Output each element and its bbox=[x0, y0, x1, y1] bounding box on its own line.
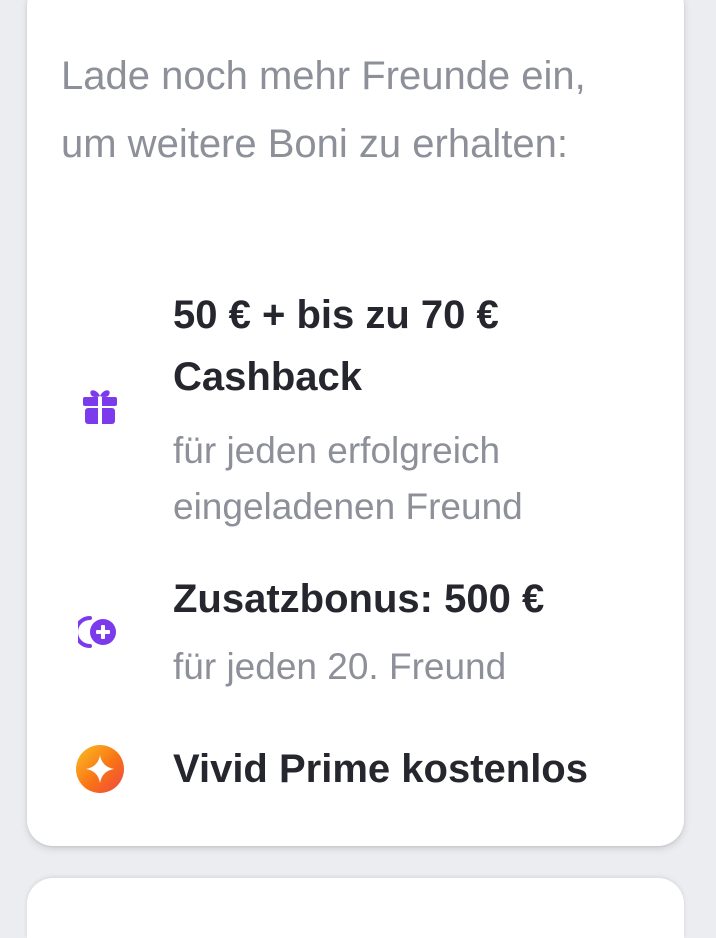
benefit-title: 50 € + bis zu 70 € Cashback bbox=[173, 293, 499, 399]
benefit-title: Zusatzbonus: 500 € bbox=[173, 577, 545, 621]
gift-icon bbox=[83, 390, 117, 424]
benefit-subtitle: für jeden erfolgreich eingeladenen Freun… bbox=[173, 430, 523, 527]
benefit-title: Vivid Prime kostenlos bbox=[173, 747, 588, 791]
prime-star-icon bbox=[76, 745, 124, 793]
intro-text: Lade noch mehr Freunde ein, um weitere B… bbox=[61, 54, 586, 166]
coin-plus-icon bbox=[78, 616, 116, 648]
next-card bbox=[27, 878, 684, 938]
benefit-subtitle: für jeden 20. Freund bbox=[173, 646, 507, 687]
